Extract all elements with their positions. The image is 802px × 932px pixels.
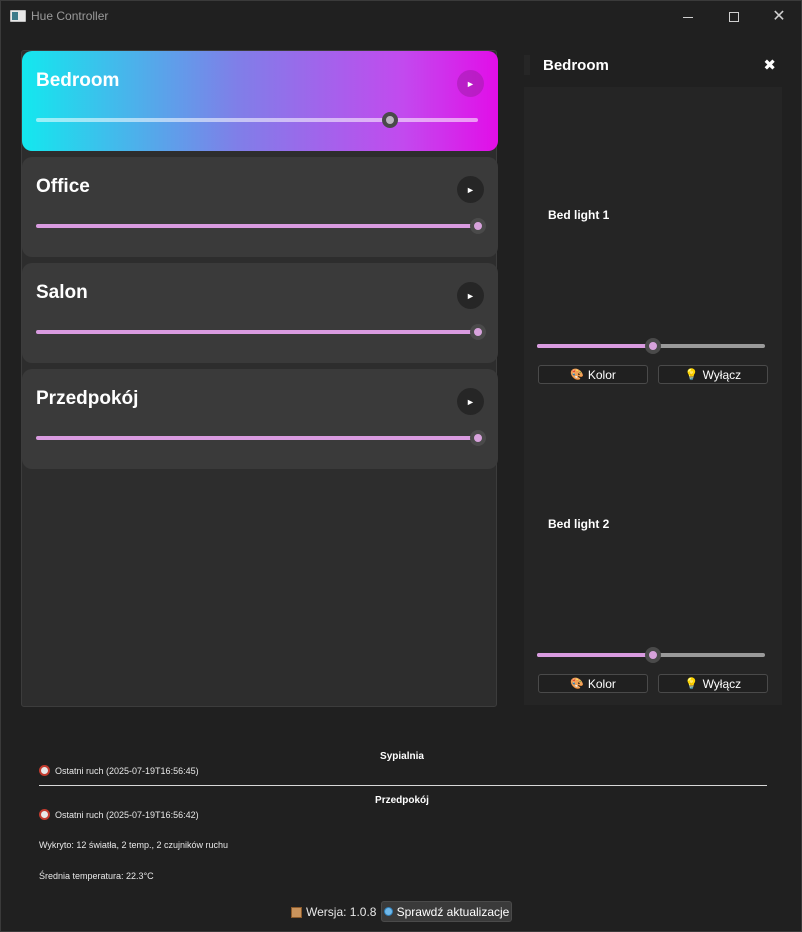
light-off-button[interactable]: 💡 Wyłącz (658, 365, 768, 384)
room-brightness-slider[interactable] (36, 430, 486, 446)
room-name: Office (36, 176, 90, 197)
light-off-button[interactable]: 💡 Wyłącz (658, 674, 768, 693)
room-play-button[interactable]: ► (457, 282, 484, 309)
version-text: Wersja: 1.0.8 (306, 905, 377, 919)
close-window-button[interactable]: ✕ (756, 1, 802, 33)
rooms-panel: Bedroom ► Office ► Salon ► Przedpokój ► (21, 50, 498, 707)
maximize-icon (729, 12, 739, 22)
average-temperature: Średnia temperatura: 22.3°C (39, 871, 154, 881)
detail-header: Bedroom ✖ (524, 51, 782, 81)
title-bar: Hue Controller ✕ (1, 1, 801, 33)
motion-status: Ostatni ruch (2025-07-19T16:56:42) (39, 809, 199, 820)
sensor-title: Sypialnia (380, 751, 424, 762)
package-icon (291, 906, 302, 918)
bulb-icon: 💡 (684, 678, 699, 690)
room-card-bedroom[interactable]: Bedroom ► (22, 51, 498, 151)
version-info: Wersja: 1.0.8 (291, 905, 376, 919)
detected-summary: Wykryto: 12 światła, 2 temp., 2 czujnikó… (39, 840, 228, 850)
light-color-button[interactable]: 🎨 Kolor (538, 365, 648, 384)
bulb-icon: 💡 (684, 369, 699, 381)
button-label: Kolor (587, 676, 616, 691)
slider-fill (537, 653, 654, 657)
slider-handle[interactable] (381, 112, 398, 128)
button-label: Sprawdź aktualizacje (396, 904, 510, 919)
room-name: Przedpokój (36, 388, 139, 409)
search-icon (383, 907, 393, 916)
play-icon: ► (466, 290, 475, 301)
room-play-button[interactable]: ► (457, 176, 484, 203)
window-title: Hue Controller (31, 9, 109, 23)
room-play-button[interactable]: ► (457, 388, 484, 415)
button-label: Wyłącz (702, 367, 742, 382)
play-icon: ► (466, 184, 475, 195)
slider-handle[interactable] (470, 324, 486, 340)
palette-icon: 🎨 (570, 678, 584, 690)
light-color-button[interactable]: 🎨 Kolor (538, 674, 648, 693)
divider (39, 785, 767, 786)
motion-text: Ostatni ruch (2025-07-19T16:56:45) (55, 765, 199, 776)
room-detail-panel: Bed light 1 🎨 Kolor 💡 Wyłącz Bed light 2… (524, 87, 782, 705)
slider-fill (537, 344, 654, 348)
light-name: Bed light 2 (548, 517, 610, 531)
motion-text: Ostatni ruch (2025-07-19T16:56:42) (55, 809, 199, 820)
light-name: Bed light 1 (548, 208, 610, 222)
room-name: Bedroom (36, 70, 120, 91)
slider-handle[interactable] (470, 218, 486, 234)
slider-handle[interactable] (645, 647, 662, 663)
detail-accent-bar (524, 55, 530, 75)
minimize-icon (683, 16, 693, 18)
room-card-salon[interactable]: Salon ► (22, 263, 498, 363)
minimize-button[interactable] (665, 1, 711, 33)
app-icon (10, 10, 26, 22)
alarm-clock-icon (39, 765, 50, 776)
room-name: Salon (36, 282, 88, 303)
room-card-office[interactable]: Office ► (22, 157, 498, 257)
slider-handle[interactable] (645, 338, 662, 354)
maximize-button[interactable] (711, 1, 757, 33)
check-updates-button[interactable]: Sprawdź aktualizacje (381, 901, 512, 922)
light-brightness-slider[interactable] (537, 338, 765, 354)
detail-title: Bedroom (543, 57, 609, 74)
play-icon: ► (466, 396, 475, 407)
alarm-clock-icon (39, 809, 50, 820)
button-label: Kolor (587, 367, 616, 382)
room-play-button[interactable]: ► (457, 70, 484, 97)
room-brightness-slider[interactable] (36, 218, 486, 234)
room-card-przedpokoj[interactable]: Przedpokój ► (22, 369, 498, 469)
sensor-title: Przedpokój (375, 795, 429, 806)
slider-handle[interactable] (470, 430, 486, 446)
light-brightness-slider[interactable] (537, 647, 765, 663)
room-brightness-slider[interactable] (36, 112, 478, 128)
play-icon: ► (466, 78, 475, 89)
room-brightness-slider[interactable] (36, 324, 486, 340)
app-window: Hue Controller ✕ Bedroom ► Office ► Salo… (0, 0, 802, 932)
detail-close-button[interactable]: ✖ (763, 56, 776, 74)
footer: Wersja: 1.0.8 Sprawdź aktualizacje (1, 901, 802, 923)
motion-status: Ostatni ruch (2025-07-19T16:56:45) (39, 765, 199, 776)
button-label: Wyłącz (702, 676, 742, 691)
close-icon: ✕ (772, 8, 786, 25)
palette-icon: 🎨 (570, 369, 584, 381)
